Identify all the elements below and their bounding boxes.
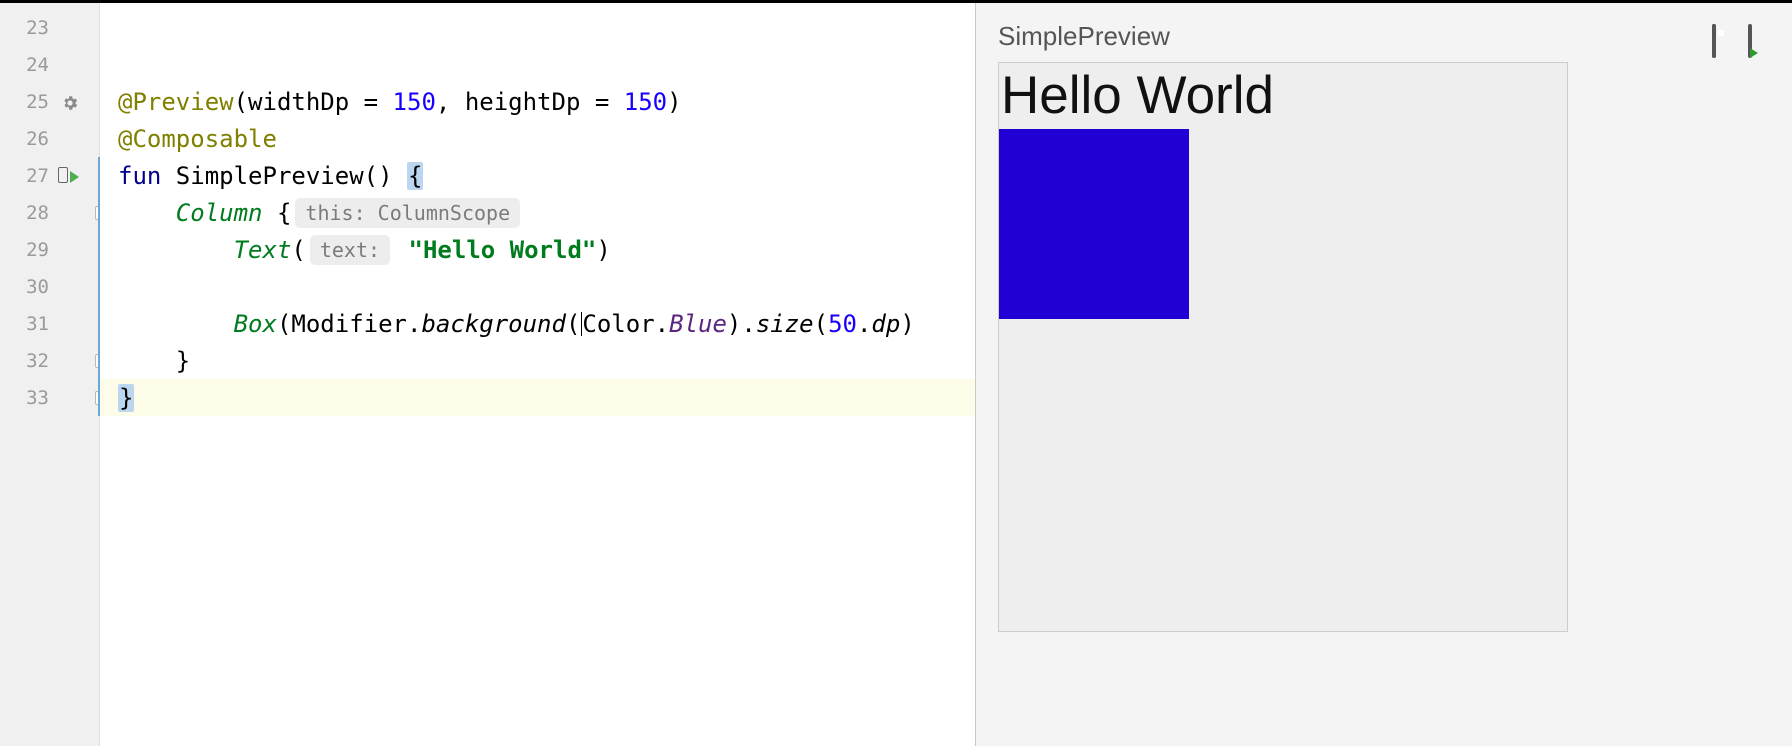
paren: (	[566, 310, 580, 338]
param: heightDp =	[465, 88, 624, 116]
line-number: 25	[26, 91, 49, 113]
identifier: Color	[582, 310, 654, 338]
paren: )	[727, 310, 741, 338]
preview-box	[999, 129, 1189, 319]
string-literal: "Hello World"	[409, 236, 597, 264]
interactive-preview-icon[interactable]	[1712, 26, 1734, 48]
line-number: 32	[26, 350, 49, 372]
compose-preview-panel: SimplePreview Hello World	[975, 3, 1792, 746]
code-line[interactable]: fun SimplePreview() {	[100, 157, 975, 194]
dot: .	[407, 310, 421, 338]
number-literal: 50	[828, 310, 857, 338]
paren: )	[667, 88, 681, 116]
brace-match: {	[407, 162, 423, 190]
identifier: Modifier	[291, 310, 407, 338]
gutter-line[interactable]: 25	[0, 83, 99, 120]
paren: (	[234, 88, 248, 116]
inlay-hint: this: ColumnScope	[295, 198, 520, 228]
preview-surface[interactable]: Hello World	[998, 62, 1568, 632]
gutter-line[interactable]: 33	[0, 379, 99, 416]
run-preview-icon[interactable]	[70, 171, 79, 183]
ide-root: 23 24 25 26 27 28 29 30 31 32 33	[0, 0, 1792, 746]
code-line[interactable]: @Composable	[100, 120, 975, 157]
composable-call: Column	[176, 199, 277, 227]
extension-call: background	[421, 310, 566, 338]
line-number: 33	[26, 387, 49, 409]
param: widthDp =	[248, 88, 393, 116]
line-number: 30	[26, 276, 49, 298]
gutter-line[interactable]: 31	[0, 305, 99, 342]
editor-gutter[interactable]: 23 24 25 26 27 28 29 30 31 32 33	[0, 3, 100, 746]
number-literal: 150	[393, 88, 436, 116]
comma: ,	[436, 88, 465, 116]
annotation: @Preview	[118, 88, 234, 116]
extension-call: size	[756, 310, 814, 338]
indent	[118, 347, 176, 375]
dot: .	[741, 310, 755, 338]
paren: ()	[364, 162, 407, 190]
composable-call: Box	[234, 310, 277, 338]
indent	[118, 236, 234, 264]
paren: )	[596, 236, 610, 264]
brace: }	[176, 347, 190, 375]
code-line[interactable]: Column {this: ColumnScope	[100, 194, 975, 231]
gutter-line[interactable]: 24	[0, 46, 99, 83]
member: Blue	[669, 310, 727, 338]
preview-header: SimplePreview	[998, 21, 1770, 52]
gutter-line[interactable]: 28	[0, 194, 99, 231]
paren: (	[814, 310, 828, 338]
composable-call: Text	[234, 236, 292, 264]
extension-prop: dp	[871, 310, 900, 338]
indent	[118, 199, 176, 227]
brace-match: }	[118, 384, 134, 412]
keyword: fun	[118, 162, 176, 190]
annotation: @Composable	[118, 125, 277, 153]
gutter-line[interactable]: 23	[0, 9, 99, 46]
space	[394, 236, 408, 264]
gutter-line[interactable]: 27	[0, 157, 99, 194]
inlay-hint: text:	[310, 235, 390, 265]
brace: {	[277, 199, 291, 227]
gutter-line[interactable]: 32	[0, 342, 99, 379]
indent	[118, 310, 234, 338]
line-number: 29	[26, 239, 49, 261]
paren: (	[291, 236, 305, 264]
line-number: 24	[26, 54, 49, 76]
deploy-preview-icon[interactable]	[1748, 26, 1770, 48]
code-line[interactable]: }	[100, 342, 975, 379]
code-line[interactable]: @Preview(widthDp = 150, heightDp = 150)	[100, 83, 975, 120]
code-line[interactable]	[100, 46, 975, 83]
function-name: SimplePreview	[176, 162, 364, 190]
line-number: 26	[26, 128, 49, 150]
line-number: 27	[26, 165, 49, 187]
code-line-current[interactable]: }	[100, 379, 975, 416]
preview-text: Hello World	[999, 63, 1567, 129]
device-icon[interactable]	[58, 167, 68, 183]
preview-title: SimplePreview	[998, 21, 1170, 52]
dot: .	[655, 310, 669, 338]
line-number: 31	[26, 313, 49, 335]
gutter-line[interactable]: 29	[0, 231, 99, 268]
paren: )	[900, 310, 914, 338]
code-line[interactable]: Box(Modifier.background(Color.Blue).size…	[100, 305, 975, 342]
code-editor[interactable]: @Preview(widthDp = 150, heightDp = 150) …	[100, 3, 975, 746]
gutter-line[interactable]: 26	[0, 120, 99, 157]
dot: .	[857, 310, 871, 338]
code-line[interactable]	[100, 268, 975, 305]
paren: (	[277, 310, 291, 338]
number-literal: 150	[624, 88, 667, 116]
line-number: 28	[26, 202, 49, 224]
line-number: 23	[26, 17, 49, 39]
gear-icon[interactable]	[61, 94, 79, 112]
gutter-line[interactable]: 30	[0, 268, 99, 305]
code-line[interactable]	[100, 9, 975, 46]
code-line[interactable]: Text(text: "Hello World")	[100, 231, 975, 268]
vertical-scrollbar[interactable]	[1775, 3, 1789, 746]
